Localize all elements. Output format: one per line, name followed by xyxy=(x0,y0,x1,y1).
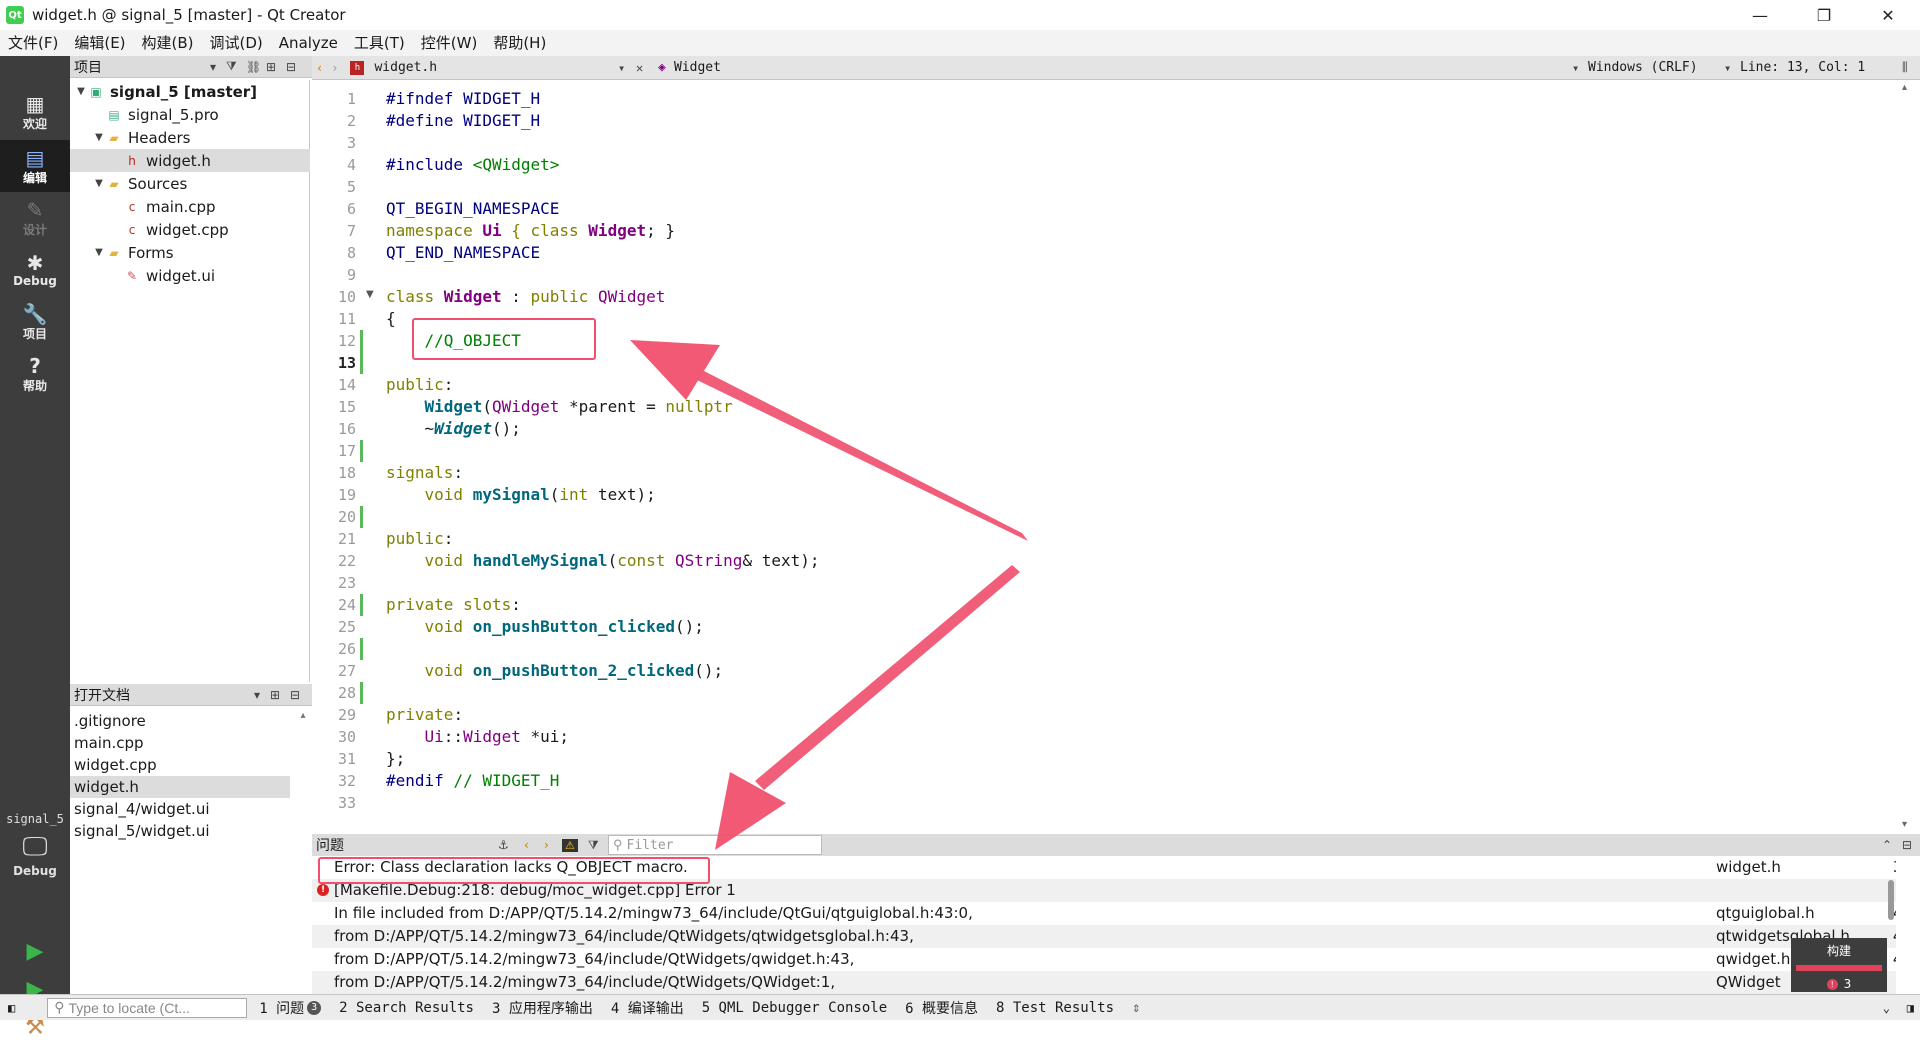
annotation-arrow xyxy=(755,565,1020,790)
annotation-arrow xyxy=(697,371,1028,541)
annotation-arrow-head xyxy=(715,772,786,850)
annotation-arrow-head xyxy=(630,340,720,400)
annotation-arrows xyxy=(630,340,1028,850)
